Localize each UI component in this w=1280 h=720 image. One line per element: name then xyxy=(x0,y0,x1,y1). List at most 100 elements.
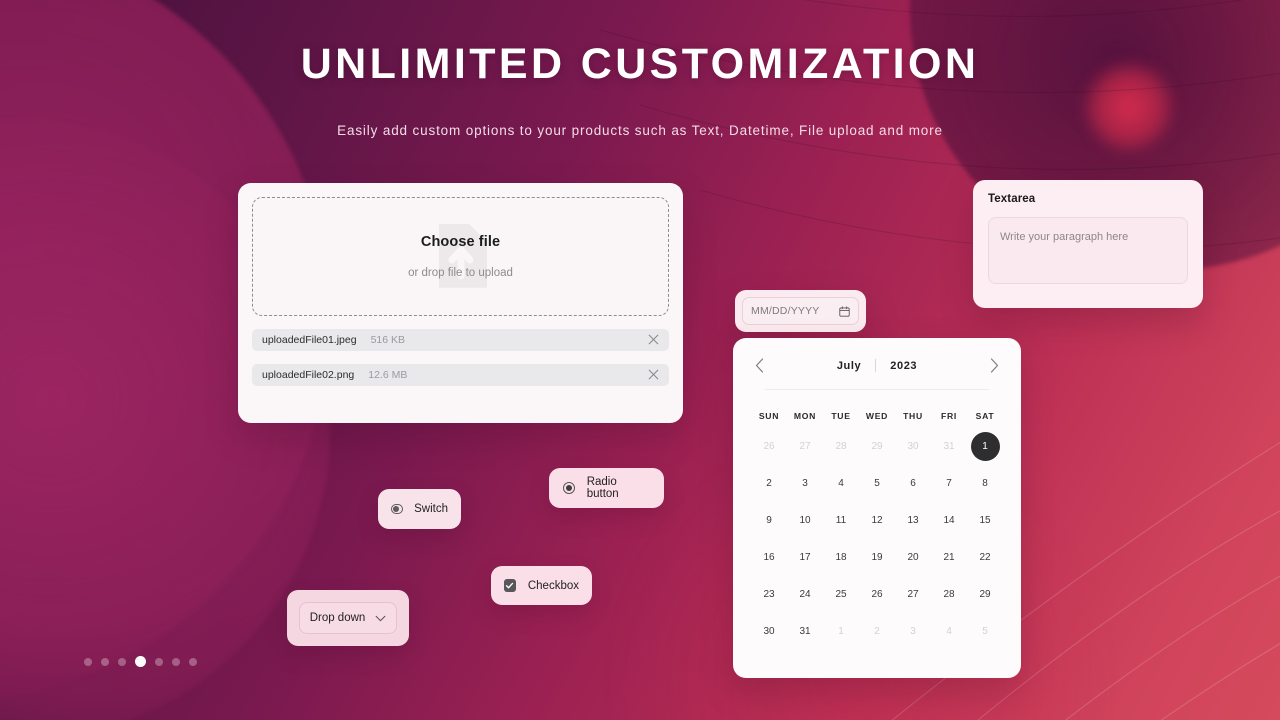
calendar-day[interactable]: 30 xyxy=(756,618,783,645)
file-size: 516 KB xyxy=(371,334,405,346)
checkbox-checked-icon[interactable] xyxy=(504,579,516,592)
pagination-dot[interactable] xyxy=(84,658,92,666)
calendar-day[interactable]: 29 xyxy=(864,433,891,460)
chevron-down-icon[interactable] xyxy=(375,615,386,622)
choose-file-label: Choose file xyxy=(421,234,500,250)
calendar-day[interactable]: 24 xyxy=(792,581,819,608)
pagination-dot-active[interactable] xyxy=(135,656,146,667)
calendar-day[interactable]: 21 xyxy=(936,544,963,571)
calendar-cell: 29 xyxy=(859,428,895,465)
calendar-year[interactable]: 2023 xyxy=(890,360,917,372)
calendar-cell: 30 xyxy=(751,613,787,650)
calendar-weekday: SAT xyxy=(967,404,1003,428)
calendar-day[interactable]: 26 xyxy=(864,581,891,608)
calendar-day[interactable]: 12 xyxy=(864,507,891,534)
calendar-title: July 2023 xyxy=(764,359,990,372)
dropdown-select[interactable]: Drop down xyxy=(299,602,397,634)
calendar-header: July 2023 xyxy=(751,358,1003,373)
calendar-day[interactable]: 17 xyxy=(792,544,819,571)
calendar-cell: 26 xyxy=(859,576,895,613)
calendar-day[interactable]: 27 xyxy=(900,581,927,608)
calendar-day[interactable]: 3 xyxy=(900,618,927,645)
uploaded-file-row: uploadedFile01.jpeg 516 KB xyxy=(252,329,669,351)
pagination-dot[interactable] xyxy=(118,658,126,666)
calendar-day[interactable]: 5 xyxy=(972,618,999,645)
calendar-day[interactable]: 2 xyxy=(756,470,783,497)
switch-label: Switch xyxy=(414,503,448,515)
calendar-day[interactable]: 22 xyxy=(972,544,999,571)
calendar-cell: 11 xyxy=(823,502,859,539)
calendar-cell: 31 xyxy=(931,428,967,465)
pagination-dot[interactable] xyxy=(189,658,197,666)
calendar-day[interactable]: 13 xyxy=(900,507,927,534)
checkbox-label: Checkbox xyxy=(528,580,579,592)
calendar-day[interactable]: 28 xyxy=(828,433,855,460)
calendar-cell: 16 xyxy=(751,539,787,576)
radio-selected-icon[interactable] xyxy=(563,482,575,494)
calendar-day[interactable]: 9 xyxy=(756,507,783,534)
calendar-day[interactable]: 31 xyxy=(792,618,819,645)
calendar-day[interactable]: 11 xyxy=(828,507,855,534)
textarea-card: Textarea Write your paragraph here xyxy=(973,180,1203,308)
textarea-placeholder: Write your paragraph here xyxy=(1000,231,1128,243)
calendar-day[interactable]: 3 xyxy=(792,470,819,497)
calendar-day[interactable]: 20 xyxy=(900,544,927,571)
calendar-month[interactable]: July xyxy=(837,360,861,372)
calendar-day[interactable]: 6 xyxy=(900,470,927,497)
calendar-cell: 1 xyxy=(823,613,859,650)
calendar-cell: 20 xyxy=(895,539,931,576)
close-icon[interactable] xyxy=(648,334,659,347)
calendar-day[interactable]: 4 xyxy=(828,470,855,497)
switch-control[interactable]: Switch xyxy=(378,489,461,529)
calendar-day[interactable]: 14 xyxy=(936,507,963,534)
calendar-cell: 5 xyxy=(967,613,1003,650)
pagination-dot[interactable] xyxy=(101,658,109,666)
textarea-input[interactable]: Write your paragraph here xyxy=(988,217,1188,284)
calendar-day[interactable]: 28 xyxy=(936,581,963,608)
calendar-cell: 28 xyxy=(823,428,859,465)
calendar-day[interactable]: 1 xyxy=(828,618,855,645)
calendar-cell: 22 xyxy=(967,539,1003,576)
calendar-week-row: 30 31 12345 xyxy=(751,613,1003,650)
close-icon[interactable] xyxy=(648,369,659,382)
calendar-day[interactable]: 8 xyxy=(972,470,999,497)
dropdown-control[interactable]: Drop down xyxy=(287,590,409,646)
calendar-day[interactable]: 2 xyxy=(864,618,891,645)
chevron-right-icon[interactable] xyxy=(990,358,999,373)
calendar-day[interactable]: 5 xyxy=(864,470,891,497)
calendar-card: July 2023 SUN MON TUE WED THU FRI SAT 26… xyxy=(733,338,1021,678)
calendar-day[interactable]: 7 xyxy=(936,470,963,497)
page-header: UNLIMITED CUSTOMIZATION Easily add custo… xyxy=(0,42,1280,138)
calendar-day[interactable]: 15 xyxy=(972,507,999,534)
calendar-day[interactable]: 16 xyxy=(756,544,783,571)
calendar-day[interactable]: 10 xyxy=(792,507,819,534)
calendar-week-row: 16 17 18 19 20 21 22 xyxy=(751,539,1003,576)
chevron-left-icon[interactable] xyxy=(755,358,764,373)
calendar-day[interactable]: 23 xyxy=(756,581,783,608)
calendar-day[interactable]: 4 xyxy=(936,618,963,645)
radio-button-control[interactable]: Radio button xyxy=(549,468,664,508)
calendar-day-selected[interactable]: 1 xyxy=(971,432,1000,461)
calendar-day[interactable]: 30 xyxy=(900,433,927,460)
calendar-day[interactable]: 26 xyxy=(756,433,783,460)
textarea-label: Textarea xyxy=(988,193,1188,205)
calendar-weekday: WED xyxy=(859,404,895,428)
pagination-dot[interactable] xyxy=(155,658,163,666)
calendar-cell: 4 xyxy=(823,465,859,502)
calendar-day[interactable]: 31 xyxy=(936,433,963,460)
calendar-cell: 15 xyxy=(967,502,1003,539)
calendar-day[interactable]: 18 xyxy=(828,544,855,571)
calendar-day[interactable]: 19 xyxy=(864,544,891,571)
calendar-day[interactable]: 29 xyxy=(972,581,999,608)
date-input[interactable]: MM/DD/YYYY xyxy=(742,297,859,325)
file-dropzone[interactable]: Choose file or drop file to upload xyxy=(252,197,669,316)
radio-dot xyxy=(566,485,572,491)
calendar-icon[interactable] xyxy=(839,306,850,317)
toggle-off-icon[interactable] xyxy=(391,504,403,514)
checkbox-control[interactable]: Checkbox xyxy=(491,566,592,605)
calendar-day[interactable]: 25 xyxy=(828,581,855,608)
calendar-day[interactable]: 27 xyxy=(792,433,819,460)
pagination-dots[interactable] xyxy=(84,656,197,667)
uploaded-file-row: uploadedFile02.png 12.6 MB xyxy=(252,364,669,386)
pagination-dot[interactable] xyxy=(172,658,180,666)
